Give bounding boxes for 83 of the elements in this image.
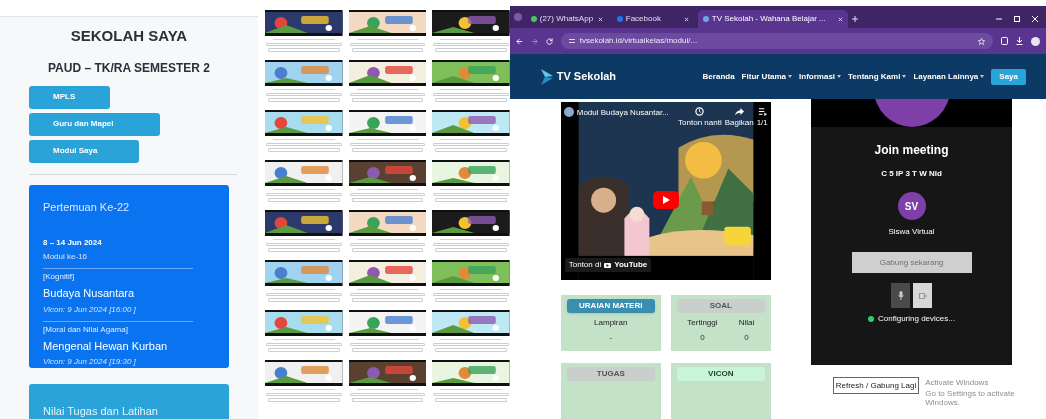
address-bar[interactable]: tvsekolah.id/virtualkelas/modul/... xyxy=(560,33,993,49)
logo-icon xyxy=(539,67,554,86)
section-button[interactable]: TUGAS xyxy=(566,367,655,381)
site-logo: TV Sekolah xyxy=(556,69,617,85)
section-button[interactable]: URAIAN MATERI xyxy=(566,299,655,313)
clock-icon xyxy=(695,107,705,116)
page-title: SEKOLAH SAYA xyxy=(69,26,189,46)
site-settings-icon xyxy=(568,38,575,44)
caret-icon xyxy=(902,75,907,78)
star-icon[interactable] xyxy=(978,37,985,45)
watch-on-youtube[interactable]: Tonton di YouTube xyxy=(564,258,652,272)
maximize-icon[interactable] xyxy=(1014,16,1020,22)
card-title: Nilai Tugas dan Latihan xyxy=(43,405,158,417)
nav-link[interactable]: Fitur Utama xyxy=(741,70,793,83)
nav-link[interactable]: Beranda xyxy=(702,70,735,83)
profile-icon[interactable] xyxy=(1031,36,1040,46)
video-action[interactable]: Tonton nanti xyxy=(678,117,722,129)
forward-icon[interactable] xyxy=(530,37,538,45)
nav-link[interactable]: Informasi xyxy=(799,70,842,83)
column-value: 0 xyxy=(700,332,705,344)
user-avatar: SV xyxy=(897,192,926,220)
meeting-title: Join meeting xyxy=(874,142,949,159)
join-button[interactable]: Gabung sekarang xyxy=(851,252,972,273)
channel-avatar[interactable] xyxy=(563,107,574,117)
activation-title: Activate Windows xyxy=(925,377,990,389)
section-button[interactable]: SOAL xyxy=(676,299,765,313)
subject-label: [Kognitif] xyxy=(43,271,76,283)
back-icon[interactable] xyxy=(515,37,523,45)
tab-title: Facebook xyxy=(625,13,662,25)
subject-label: [Moral dan Nilai Agama] xyxy=(43,323,129,336)
section-button[interactable]: VICON xyxy=(676,367,765,381)
mic-button[interactable] xyxy=(891,283,910,308)
column-value: - xyxy=(609,332,613,344)
caret-icon xyxy=(837,75,842,78)
reload-icon[interactable] xyxy=(545,37,553,45)
column-value: 0 xyxy=(744,332,749,344)
brand-label: YouTube xyxy=(614,259,648,271)
site-icon xyxy=(616,16,623,22)
site-icon xyxy=(530,16,537,22)
card-title: Pertemuan Ke-22 xyxy=(43,199,131,215)
play-icon[interactable] xyxy=(652,191,679,209)
browser-tab[interactable]: TV Sekolah - Wahana Belajar ... xyxy=(697,10,848,28)
share-icon xyxy=(734,107,744,116)
tab-title: (27) WhatsApp xyxy=(539,13,595,25)
camera-icon xyxy=(918,292,927,299)
plus-icon[interactable] xyxy=(851,16,858,22)
watch-label: Tonton di xyxy=(568,259,602,271)
date-range: 8 – 14 Jun 2024 xyxy=(43,237,103,249)
close-icon[interactable] xyxy=(683,16,689,22)
video-action[interactable]: Bagikan xyxy=(724,117,754,129)
caret-icon xyxy=(980,75,985,78)
playlist-icon xyxy=(757,107,767,116)
column-header: Tertinggi xyxy=(687,317,718,329)
browser-tab[interactable]: Facebook xyxy=(611,10,694,28)
meeting-code: C 5 IP 3 T W Nld xyxy=(881,168,942,180)
video-action[interactable]: 1/1 xyxy=(756,117,768,129)
microphone-icon xyxy=(897,291,904,300)
refresh-button[interactable]: Refresh / Gabung Lagi xyxy=(832,377,920,394)
video-title[interactable]: Modul Budaya Nusantar... xyxy=(576,107,669,119)
url-text: tvsekolah.id/virtualkelas/modul/... xyxy=(579,35,699,47)
site-icon xyxy=(702,16,709,22)
document-icon[interactable] xyxy=(1001,37,1008,45)
user-name: Siswa Virtual xyxy=(888,226,935,238)
status-text: Configuring devices... xyxy=(878,313,955,325)
column-header: Nilai xyxy=(738,317,755,329)
module-label: Modul ke-16 xyxy=(43,251,89,263)
activation-hint: Go to Settings to activate Windows. xyxy=(925,389,1016,407)
close-icon[interactable] xyxy=(837,16,843,22)
close-icon[interactable] xyxy=(597,16,603,22)
schedule-text: Vicon: 9 Jun 2024 [19:30 ] xyxy=(43,356,137,368)
lesson-title: Mengenal Hewan Kurban xyxy=(43,338,169,354)
minimize-icon[interactable] xyxy=(996,16,1002,22)
tab-title: TV Sekolah - Wahana Belajar ... xyxy=(711,13,827,25)
page-subtitle: PAUD – TK/RA SEMESTER 2 xyxy=(47,59,211,77)
caret-icon xyxy=(788,75,793,78)
play-icon xyxy=(604,262,612,268)
schedule-text: Vicon: 9 Jun 2024 [16:00 ] xyxy=(43,303,137,316)
lesson-title: Budaya Nusantara xyxy=(43,286,136,301)
download-icon[interactable] xyxy=(1016,37,1023,45)
column-header: Lampiran xyxy=(594,317,628,329)
browser-tab[interactable]: (27) WhatsApp xyxy=(525,10,608,28)
nav-link[interactable]: Tentang Kami xyxy=(848,70,907,83)
nav-link[interactable]: Layanan Lainnya xyxy=(913,70,985,83)
